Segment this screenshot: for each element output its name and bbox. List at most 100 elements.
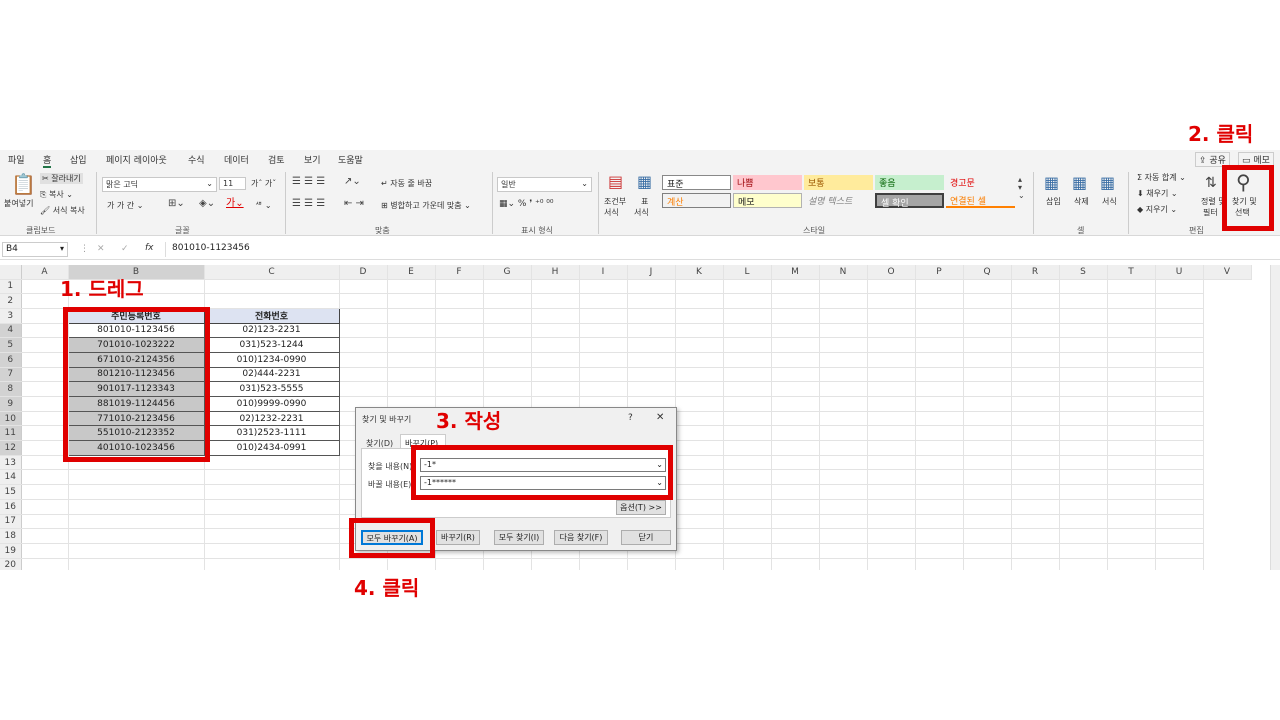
merge-center-button[interactable]: ⊞ 병합하고 가운데 맞춤 ⌄: [381, 200, 471, 211]
column-header[interactable]: T: [1107, 265, 1156, 280]
row-header[interactable]: 14: [0, 469, 22, 486]
conditional-format-icon[interactable]: ▤: [608, 174, 623, 190]
row-header[interactable]: 15: [0, 484, 22, 500]
column-header[interactable]: F: [435, 265, 484, 280]
border-icon[interactable]: ⊞⌄: [168, 199, 185, 209]
table-cell[interactable]: 02)123-2231: [203, 322, 340, 339]
row-header[interactable]: 4: [0, 323, 22, 339]
row-header[interactable]: 9: [0, 396, 22, 412]
column-header[interactable]: V: [1203, 265, 1252, 280]
column-header[interactable]: Q: [963, 265, 1012, 280]
row-header[interactable]: 19: [0, 543, 22, 559]
menu-data[interactable]: 데이터: [224, 153, 249, 166]
menu-formulas[interactable]: 수식: [188, 153, 205, 166]
indent-icon[interactable]: ⇤ ⇥: [344, 199, 364, 209]
table-cell[interactable]: 010)9999-0990: [203, 396, 340, 412]
style-warning[interactable]: 경고문: [946, 175, 1015, 190]
column-header[interactable]: P: [915, 265, 964, 280]
format-table-icon[interactable]: ▦: [637, 174, 652, 190]
column-header[interactable]: C: [204, 265, 340, 280]
style-linked-cell[interactable]: 연결된 셀: [946, 193, 1015, 208]
format-painter-button[interactable]: 🖌 서식 복사: [40, 205, 85, 216]
style-neutral[interactable]: 보통: [804, 175, 873, 190]
number-buttons[interactable]: ▦⌄ % ❜ ⁺⁰ ⁰⁰: [499, 199, 554, 209]
name-box[interactable]: B4 ▾: [2, 242, 68, 257]
format-table-label2[interactable]: 서식: [634, 207, 649, 218]
table-cell[interactable]: 02)444-2231: [203, 366, 340, 383]
copy-button[interactable]: ⎘ 복사 ⌄: [40, 189, 73, 200]
column-header[interactable]: U: [1155, 265, 1204, 280]
column-header[interactable]: I: [579, 265, 628, 280]
table-cell[interactable]: 010)2434-0991: [203, 440, 340, 456]
table-cell[interactable]: 010)1234-0990: [203, 351, 340, 368]
phonetic-button[interactable]: ᄲ ⌄: [255, 200, 272, 211]
format-table-label[interactable]: 표: [641, 196, 648, 207]
insert-cells-label[interactable]: 삽입: [1046, 196, 1061, 207]
font-grow-shrink-buttons[interactable]: 가ˆ 가ˇ: [251, 178, 276, 189]
row-header[interactable]: 7: [0, 367, 22, 383]
column-header[interactable]: S: [1059, 265, 1108, 280]
column-header[interactable]: D: [339, 265, 388, 280]
fill-button[interactable]: ⬇ 채우기 ⌄: [1137, 188, 1178, 199]
column-header[interactable]: M: [771, 265, 820, 280]
formula-input[interactable]: 801010-1123456: [165, 242, 1270, 257]
cancel-icon[interactable]: ✕: [97, 244, 105, 254]
row-header[interactable]: 20: [0, 558, 22, 570]
cut-button[interactable]: ✂ 잘라내기: [40, 173, 83, 184]
autosum-button[interactable]: Σ 자동 합계 ⌄: [1137, 172, 1186, 183]
paste-icon[interactable]: 📋: [11, 174, 36, 194]
font-size-select[interactable]: 11: [219, 177, 246, 190]
delete-cells-label[interactable]: 삭제: [1074, 196, 1089, 207]
column-header[interactable]: O: [867, 265, 916, 280]
row-header[interactable]: 2: [0, 293, 22, 309]
row-header[interactable]: 17: [0, 514, 22, 530]
menu-home[interactable]: 홈: [43, 153, 52, 168]
style-explanatory[interactable]: 설명 텍스트: [804, 193, 873, 208]
delete-cells-icon[interactable]: ▦: [1072, 175, 1087, 191]
menu-file[interactable]: 파일: [8, 153, 25, 166]
font-color-icon[interactable]: 가⌄: [226, 199, 244, 209]
find-all-button[interactable]: 모두 찾기(I): [494, 530, 544, 545]
vertical-scrollbar[interactable]: [1270, 265, 1280, 570]
close-button[interactable]: 닫기: [621, 530, 671, 545]
table-cell[interactable]: 031)2523-1111: [203, 425, 340, 442]
number-format-select[interactable]: 일반 ⌄: [497, 177, 592, 192]
fill-color-icon[interactable]: ◈⌄: [199, 199, 215, 209]
menu-page-layout[interactable]: 페이지 레이아웃: [106, 153, 167, 166]
menu-view[interactable]: 보기: [304, 153, 321, 166]
style-check-cell[interactable]: 셀 확인: [875, 193, 944, 209]
table-cell[interactable]: 031)523-5555: [203, 381, 340, 397]
row-header[interactable]: 1: [0, 279, 22, 295]
insert-cells-icon[interactable]: ▦: [1044, 175, 1059, 191]
sort-filter-icon[interactable]: ⇅: [1205, 176, 1217, 190]
row-header[interactable]: 8: [0, 381, 22, 397]
select-all-corner[interactable]: [0, 265, 22, 280]
column-header[interactable]: E: [387, 265, 436, 280]
row-header[interactable]: 13: [0, 455, 22, 471]
column-header[interactable]: N: [819, 265, 868, 280]
menu-insert[interactable]: 삽입: [70, 153, 87, 166]
styles-scroll-icon[interactable]: ▴ ▾ ⌄: [1018, 176, 1025, 200]
function-icon[interactable]: fx: [145, 243, 154, 253]
format-cells-icon[interactable]: ▦: [1100, 175, 1115, 191]
header-cell[interactable]: 전화번호: [203, 307, 340, 324]
font-name-select[interactable]: 맑은 고딕 ⌄: [102, 177, 217, 192]
row-header[interactable]: 6: [0, 352, 22, 368]
help-button[interactable]: ?: [628, 413, 633, 423]
style-normal[interactable]: 표준: [662, 175, 731, 190]
replace-button[interactable]: 바꾸기(R): [436, 530, 480, 545]
sort-filter-label2[interactable]: 필터: [1203, 207, 1218, 218]
paste-button[interactable]: 붙여넣기: [4, 198, 33, 209]
column-header[interactable]: J: [627, 265, 676, 280]
column-header[interactable]: R: [1011, 265, 1060, 280]
menu-review[interactable]: 검토: [268, 153, 285, 166]
align-left-icon[interactable]: ☰ ☰ ☰: [292, 199, 325, 209]
format-cells-label[interactable]: 서식: [1102, 196, 1117, 207]
style-calculation[interactable]: 계산: [662, 193, 731, 208]
row-header[interactable]: 12: [0, 440, 22, 456]
close-icon[interactable]: ✕: [656, 412, 664, 423]
options-button[interactable]: 옵션(T) >>: [616, 500, 666, 515]
column-header[interactable]: K: [675, 265, 724, 280]
row-header[interactable]: 18: [0, 528, 22, 544]
orientation-icon[interactable]: ↗⌄: [344, 177, 361, 187]
